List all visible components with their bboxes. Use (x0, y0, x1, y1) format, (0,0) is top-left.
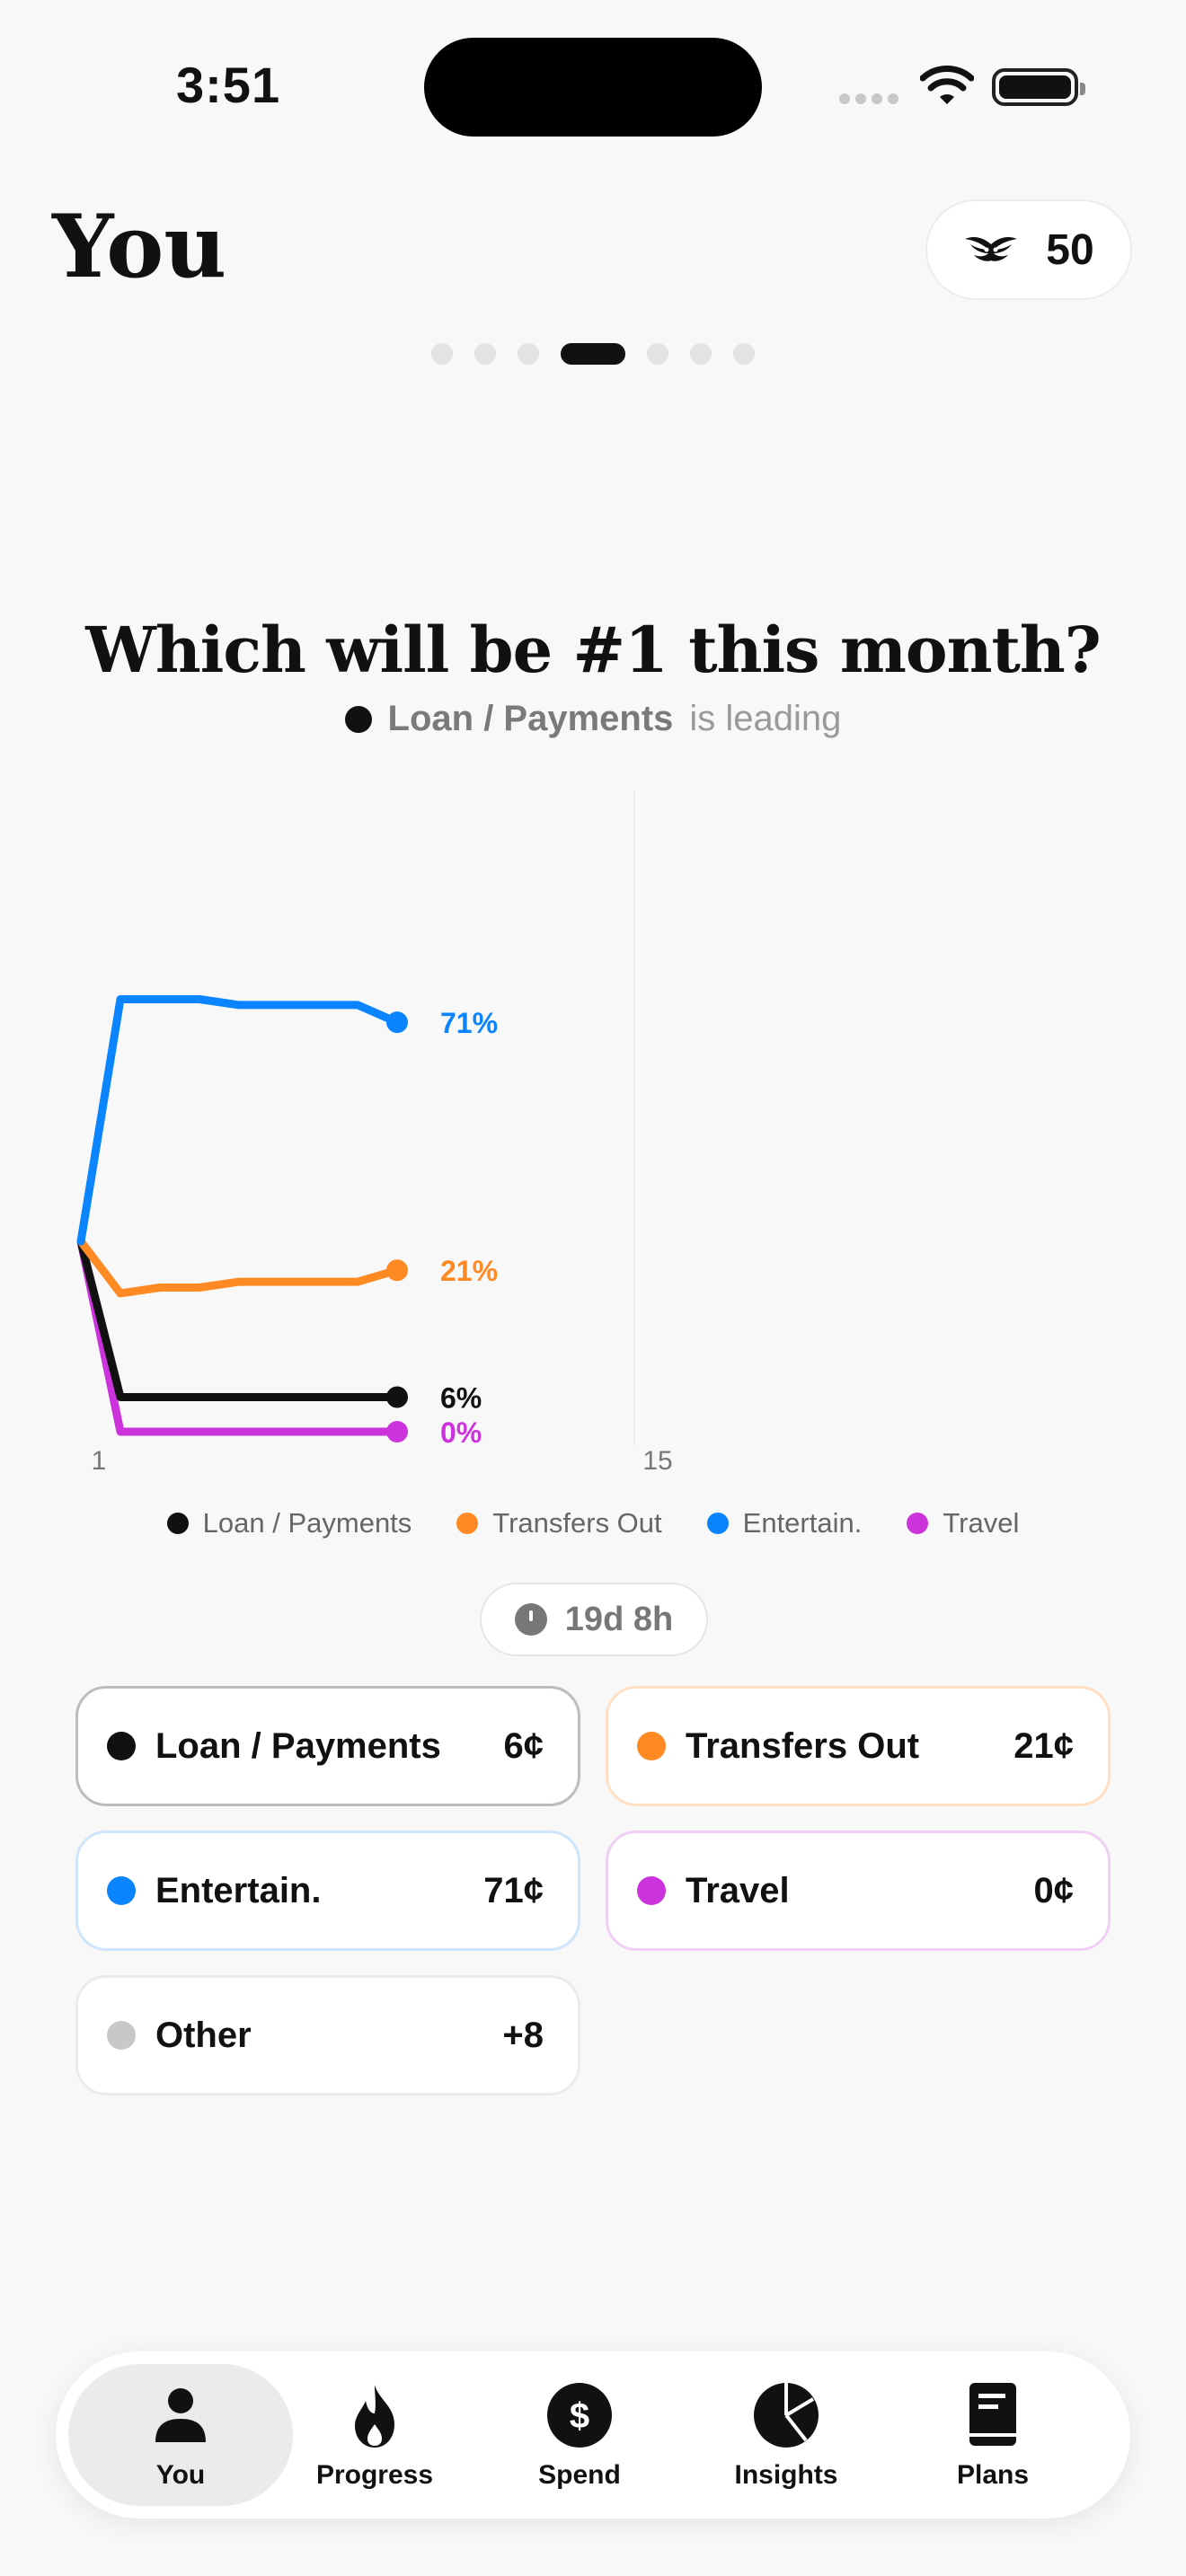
time-remaining-label: 19d 8h (564, 1600, 674, 1638)
series-end-point (386, 1386, 408, 1408)
flame-icon (355, 2385, 394, 2448)
series-line-Travel (76, 1237, 402, 1436)
tab-spend[interactable]: $ Spend (476, 2364, 683, 2506)
owl-wings-icon (965, 237, 1018, 261)
page-dot[interactable] (561, 343, 625, 365)
series-value-label: 0% (440, 1416, 482, 1449)
page-dot[interactable] (647, 343, 668, 365)
dollar-icon: $ (547, 2383, 612, 2448)
series-value-label: 21% (440, 1255, 498, 1287)
leader-suffix: is leading (689, 699, 842, 738)
series-value-label: 71% (440, 1007, 498, 1039)
cellular-signal-icon (839, 93, 898, 104)
page-dot[interactable] (431, 343, 453, 365)
leader-line: Loan / Payments is leading (0, 699, 1186, 739)
race-line-chart: 0%6% 21% 71% 1 15 (76, 790, 673, 1476)
option-label: Other (155, 2015, 252, 2055)
x-tick-label: 1 (92, 1446, 107, 1476)
legend-label: Loan / Payments (202, 1507, 412, 1539)
option-amount: +8 (502, 2015, 544, 2055)
option-button-entertain[interactable]: Entertain. 71¢ (75, 1831, 580, 1951)
tab-label: Spend (538, 2460, 621, 2490)
option-label: Travel (686, 1870, 790, 1910)
option-label: Loan / Payments (155, 1725, 441, 1766)
legend-label: Travel (943, 1507, 1020, 1539)
page-dot[interactable] (690, 343, 712, 365)
option-amount: 0¢ (1033, 1870, 1075, 1910)
dynamic-island (424, 38, 762, 137)
question-title: Which will be #1 this month? (85, 613, 1101, 687)
option-color-dot (107, 1732, 136, 1760)
person-icon (155, 2388, 206, 2442)
x-tick-label: 15 (642, 1446, 672, 1476)
pie-chart-icon (754, 2383, 819, 2448)
clock-icon (514, 1603, 547, 1636)
series-line-Loan / Payments (76, 1237, 402, 1401)
page-indicator[interactable] (0, 343, 1186, 365)
option-color-dot (107, 2021, 136, 2050)
legend-swatch (706, 1513, 729, 1534)
page-dot[interactable] (474, 343, 496, 365)
option-label: Entertain. (155, 1870, 322, 1910)
page-dot[interactable] (733, 343, 755, 365)
option-label: Transfers Out (686, 1725, 920, 1766)
option-button-transfers-out[interactable]: Transfers Out 21¢ (606, 1686, 1111, 1806)
legend-item: Loan / Payments (166, 1507, 412, 1539)
series-value-label: 6% (440, 1381, 482, 1414)
page-title: You (52, 196, 227, 297)
tab-progress[interactable]: Progress (271, 2364, 478, 2506)
svg-text:$: $ (570, 2396, 589, 2436)
option-button-travel[interactable]: Travel 0¢ (606, 1831, 1111, 1951)
legend-swatch (456, 1513, 479, 1534)
legend-item: Transfers Out (456, 1507, 662, 1539)
option-button-loan-payments[interactable]: Loan / Payments 6¢ (75, 1686, 580, 1806)
option-color-dot (637, 1732, 666, 1760)
leader-name: Loan / Payments (387, 699, 674, 738)
option-amount: 71¢ (483, 1870, 544, 1910)
tab-label: Insights (734, 2460, 838, 2490)
tab-plans[interactable]: Plans (890, 2364, 1096, 2506)
page-dot[interactable] (518, 343, 539, 365)
option-amount: 21¢ (1013, 1725, 1074, 1766)
chart-legend: Loan / Payments Transfers Out Entertain. Tr… (0, 1507, 1186, 1539)
tab-label: You (155, 2460, 206, 2490)
book-icon (969, 2383, 1016, 2446)
battery-icon (992, 68, 1085, 106)
tab-label: Progress (315, 2460, 434, 2490)
series-end-point (386, 1259, 408, 1282)
legend-swatch (166, 1513, 189, 1534)
tab-you[interactable]: You (68, 2364, 293, 2506)
option-color-dot (637, 1876, 666, 1905)
tab-insights[interactable]: Insights (683, 2364, 890, 2506)
option-color-dot (107, 1876, 136, 1905)
leader-color-dot (344, 705, 372, 733)
wifi-icon (920, 66, 974, 104)
tab-label: Plans (956, 2460, 1030, 2490)
legend-label: Entertain. (742, 1507, 863, 1539)
tab-bar: You Progress $ Spend Insights Plans (56, 2351, 1130, 2519)
points-badge[interactable]: 50 (925, 199, 1132, 300)
points-value: 50 (1046, 225, 1094, 274)
legend-item: Travel (907, 1507, 1019, 1539)
legend-label: Transfers Out (492, 1507, 662, 1539)
option-button-other[interactable]: Other +8 (75, 1975, 580, 2095)
series-end-point (386, 1421, 408, 1442)
series-line-Entertain. (76, 995, 402, 1246)
status-time: 3:51 (176, 57, 281, 113)
option-amount: 6¢ (503, 1725, 544, 1766)
time-remaining-pill: 19d 8h (480, 1583, 708, 1656)
legend-item: Entertain. (706, 1507, 863, 1539)
legend-swatch (907, 1513, 929, 1534)
series-end-point (386, 1011, 408, 1034)
series-line-Transfers Out (76, 1237, 402, 1298)
